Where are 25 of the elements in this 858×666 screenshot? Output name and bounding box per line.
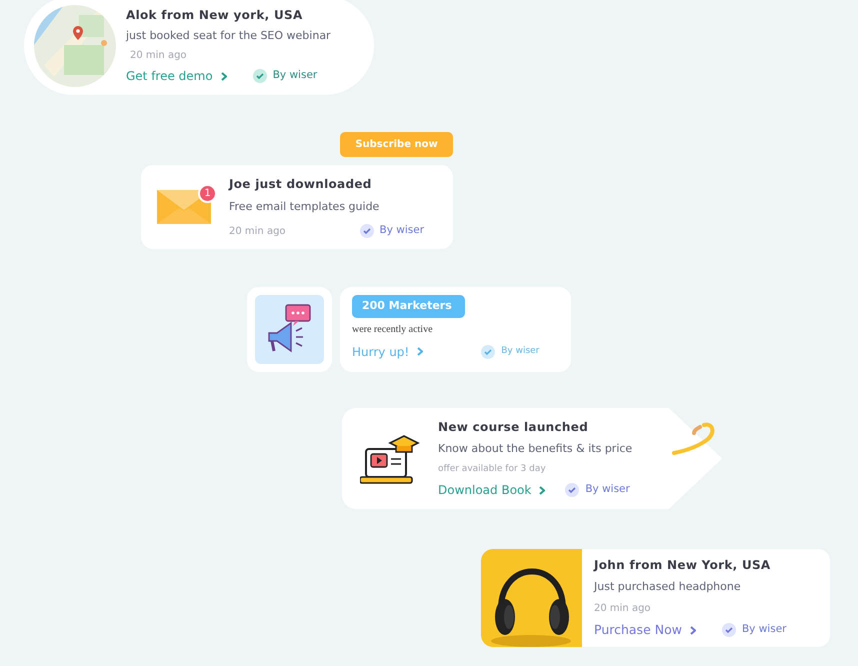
cta-link[interactable]: Download Book: [438, 481, 546, 499]
verified-label: By wiser: [252, 68, 318, 84]
verified-label: By wiser: [722, 622, 786, 638]
notification-text: Just purchased headphone: [594, 579, 742, 596]
subscribe-button[interactable]: Subscribe now: [340, 132, 453, 157]
notification-text: Free email templates guide: [229, 198, 380, 215]
notification-title: Alok from New york, USA: [126, 6, 304, 24]
verified-label: By wiser: [565, 482, 630, 498]
cta-link[interactable]: Hurry up!: [352, 342, 424, 360]
time-label: 20 min ago: [229, 224, 286, 239]
notification-title: New course launched: [438, 419, 590, 436]
time-label: 20 min ago: [130, 49, 188, 64]
verified-label: By wiser: [481, 344, 540, 358]
notification-title: John from New York, USA: [594, 557, 772, 574]
cta-link[interactable]: Purchase Now: [594, 620, 696, 640]
verified-label: By wiser: [360, 223, 424, 240]
notification-text: just booked seat for the SEO webinar: [126, 28, 331, 44]
offer-label: offer available for 3 day: [438, 462, 547, 476]
notification-title: Joe just downloaded: [229, 176, 373, 193]
notification-text: were recently active: [352, 322, 433, 336]
count-pill: 200 Marketers: [352, 295, 465, 318]
cta-link[interactable]: Get free demo: [126, 67, 227, 86]
count-badge: 1: [198, 184, 217, 203]
notification-text: Know about the benefits & its price: [438, 441, 632, 457]
time-label: 20 min ago: [594, 602, 652, 616]
